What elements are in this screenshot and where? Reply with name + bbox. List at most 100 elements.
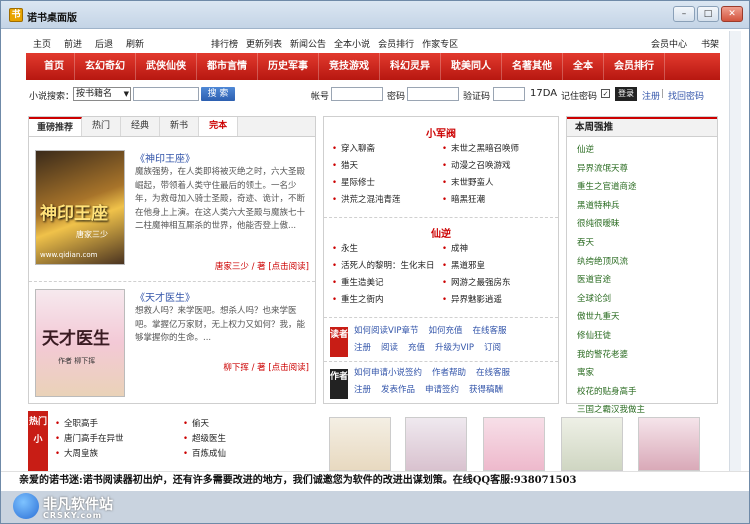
reader-upgrade-vip[interactable]: 升级为VIP bbox=[435, 343, 474, 353]
remember-checkbox[interactable]: ✓ bbox=[601, 89, 610, 98]
list-item[interactable]: 异界魅影逍遥 bbox=[442, 292, 511, 309]
writer-help[interactable]: 作者帮助 bbox=[432, 368, 466, 378]
category-history[interactable]: 历史军事 bbox=[258, 53, 319, 80]
rank-item[interactable]: 异界流氓天尊 bbox=[577, 160, 645, 179]
writer-publish[interactable]: 发表作品 bbox=[381, 385, 415, 395]
hot-item[interactable]: 全职高手 bbox=[55, 417, 124, 432]
list-item[interactable]: 活死人的黎明：生化末日 bbox=[332, 258, 435, 275]
list-item[interactable]: 末世之黑暗召唤师 bbox=[442, 141, 519, 158]
writer-register[interactable]: 注册 bbox=[354, 385, 371, 395]
list-item[interactable]: 永生 bbox=[332, 241, 435, 258]
search-input[interactable] bbox=[133, 87, 199, 101]
category-danmei[interactable]: 耽美同人 bbox=[441, 53, 502, 80]
search-type-select[interactable]: 按书籍名 ▼ bbox=[73, 87, 131, 101]
rank-item[interactable]: 黑道特种兵 bbox=[577, 197, 645, 216]
rank-item[interactable]: 医道官途 bbox=[577, 271, 645, 290]
rank-item[interactable]: 重生之官道商途 bbox=[577, 178, 645, 197]
list-item[interactable]: 猎天 bbox=[332, 158, 401, 175]
list-item[interactable]: 暗黑狂潮 bbox=[442, 192, 519, 209]
book-thumbnail[interactable] bbox=[329, 417, 391, 471]
hot-item[interactable]: 偷天 bbox=[183, 417, 226, 432]
captcha-input[interactable] bbox=[493, 87, 525, 101]
rank-item[interactable]: 吞天 bbox=[577, 234, 645, 253]
vertical-scrollbar[interactable] bbox=[729, 31, 741, 471]
book-title[interactable]: 《天才医生》 bbox=[135, 289, 195, 304]
reader-support[interactable]: 在线客服 bbox=[472, 326, 506, 336]
list-item[interactable]: 穿入聊斋 bbox=[332, 141, 401, 158]
category-wuxia[interactable]: 武侠仙侠 bbox=[136, 53, 197, 80]
list-item[interactable]: 动漫之召唤游戏 bbox=[442, 158, 519, 175]
book-thumbnail[interactable] bbox=[638, 417, 700, 471]
writer-royalty[interactable]: 获得稿酬 bbox=[469, 385, 503, 395]
hot-item[interactable]: 唐门高手在异世 bbox=[55, 432, 124, 447]
title-bar[interactable]: 书 诺书桌面版 – □ ✕ bbox=[1, 1, 749, 29]
nav-back[interactable]: 后退 bbox=[95, 37, 113, 50]
rank-item[interactable]: 我的警花老婆 bbox=[577, 346, 645, 365]
category-home[interactable]: 首页 bbox=[34, 53, 75, 80]
nav-bookshelf[interactable]: 书架 bbox=[701, 37, 719, 50]
category-scifi[interactable]: 科幻灵异 bbox=[380, 53, 441, 80]
search-button[interactable]: 搜 索 bbox=[201, 87, 235, 101]
book-thumbnail[interactable] bbox=[561, 417, 623, 471]
category-games[interactable]: 竞技游戏 bbox=[319, 53, 380, 80]
category-classics[interactable]: 名著其他 bbox=[502, 53, 563, 80]
writer-sign-help[interactable]: 如何申请小说签约 bbox=[354, 368, 422, 378]
rank-item[interactable]: 校花的贴身高手 bbox=[577, 383, 645, 402]
tab-complete[interactable]: 完本 bbox=[199, 117, 239, 136]
rank-item[interactable]: 傲世九重天 bbox=[577, 308, 645, 327]
reader-vip-help[interactable]: 如何阅读VIP章节 bbox=[354, 326, 418, 336]
reader-recharge[interactable]: 充值 bbox=[408, 343, 425, 353]
category-member-rank[interactable]: 会员排行 bbox=[604, 53, 665, 80]
tab-classic[interactable]: 经典 bbox=[121, 117, 161, 136]
writer-support[interactable]: 在线客服 bbox=[476, 368, 510, 378]
book-cover[interactable]: 天才医生 作者 柳下挥 bbox=[35, 289, 125, 397]
book-thumbnail[interactable] bbox=[405, 417, 467, 471]
nav-member-center[interactable]: 会员中心 bbox=[651, 37, 687, 50]
rank-item[interactable]: 修仙狂徒 bbox=[577, 327, 645, 346]
nav-forward[interactable]: 前进 bbox=[64, 37, 82, 50]
category-fantasy[interactable]: 玄幻奇幻 bbox=[75, 53, 136, 80]
hot-item[interactable]: 大周皇族 bbox=[55, 447, 124, 462]
maximize-button[interactable]: □ bbox=[697, 6, 719, 22]
nav-updates[interactable]: 更新列表 bbox=[246, 37, 282, 50]
rank-item[interactable]: 全球论剑 bbox=[577, 290, 645, 309]
read-link[interactable]: [点击阅读] bbox=[268, 363, 309, 373]
read-link[interactable]: [点击阅读] bbox=[268, 262, 309, 272]
tab-hot[interactable]: 热门 bbox=[82, 117, 122, 136]
nav-ranking[interactable]: 排行榜 bbox=[211, 37, 238, 50]
rank-item[interactable]: 仙逆 bbox=[577, 141, 645, 160]
section-title[interactable]: 仙逆 bbox=[324, 225, 558, 240]
nav-news[interactable]: 新闻公告 bbox=[290, 37, 326, 50]
list-item[interactable]: 末世野蛮人 bbox=[442, 175, 519, 192]
login-button[interactable]: 登录 bbox=[615, 87, 637, 101]
close-button[interactable]: ✕ bbox=[721, 6, 743, 22]
category-urban[interactable]: 都市言情 bbox=[197, 53, 258, 80]
hot-item[interactable]: 超级医生 bbox=[183, 432, 226, 447]
tab-featured[interactable]: 重磅推荐 bbox=[29, 117, 83, 136]
book-cover[interactable]: 神印王座 唐家三少 www.qidian.com bbox=[35, 150, 125, 265]
reader-register[interactable]: 注册 bbox=[354, 343, 371, 353]
list-item[interactable]: 黑道邪皇 bbox=[442, 258, 511, 275]
reader-recharge-help[interactable]: 如何充值 bbox=[428, 326, 462, 336]
nav-home[interactable]: 主页 bbox=[33, 37, 51, 50]
list-item[interactable]: 洪荒之混沌青莲 bbox=[332, 192, 401, 209]
list-item[interactable]: 网游之最强房东 bbox=[442, 275, 511, 292]
rank-item[interactable]: 纨绔绝顶风流 bbox=[577, 253, 645, 272]
list-item[interactable]: 成神 bbox=[442, 241, 511, 258]
book-title[interactable]: 《神印王座》 bbox=[135, 150, 195, 165]
reader-read[interactable]: 阅读 bbox=[381, 343, 398, 353]
rank-item[interactable]: 很纯很暧昧 bbox=[577, 215, 645, 234]
nav-refresh[interactable]: 刷新 bbox=[126, 37, 144, 50]
hot-item[interactable]: 百炼成仙 bbox=[183, 447, 226, 462]
writer-apply-sign[interactable]: 申请签约 bbox=[425, 385, 459, 395]
list-item[interactable]: 重生之衙内 bbox=[332, 292, 435, 309]
nav-writer-zone[interactable]: 作家专区 bbox=[422, 37, 458, 50]
list-item[interactable]: 星际修士 bbox=[332, 175, 401, 192]
forgot-password-link[interactable]: 找回密码 bbox=[668, 89, 704, 102]
rank-item[interactable]: 寓家 bbox=[577, 364, 645, 383]
minimize-button[interactable]: – bbox=[673, 6, 695, 22]
nav-member-rank[interactable]: 会员排行 bbox=[378, 37, 414, 50]
account-input[interactable] bbox=[331, 87, 383, 101]
register-link[interactable]: 注册 bbox=[642, 89, 660, 102]
category-complete[interactable]: 全本 bbox=[563, 53, 604, 80]
